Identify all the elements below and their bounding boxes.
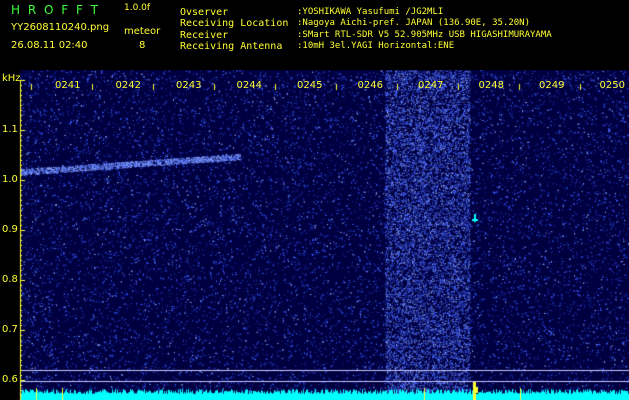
y-tick-label: 0.9 bbox=[2, 224, 18, 235]
info-label-receiver: Receiver bbox=[180, 30, 229, 41]
version-label: 1.0.0f bbox=[124, 3, 151, 13]
header-panel: H R O F F T 1.0.0f YY2608110240.png mete… bbox=[0, 0, 629, 70]
mode-label: meteor bbox=[124, 26, 161, 37]
y-tick-label: 0.7 bbox=[2, 324, 18, 335]
info-label-location: Receiving Location bbox=[180, 18, 289, 29]
filename-label: YY2608110240.png bbox=[11, 22, 110, 33]
datetime-label: 26.08.11 02:40 bbox=[11, 40, 88, 51]
x-tick-label: 0249 bbox=[539, 80, 565, 91]
info-value-observer: :YOSHIKAWA Yasufumi /JG2MLI bbox=[297, 7, 444, 17]
x-tick-label: 0241 bbox=[55, 80, 81, 91]
x-tick-label: 0244 bbox=[236, 80, 262, 91]
y-tick-label: 1.0 bbox=[2, 174, 18, 185]
info-value-antenna: :10mH 3el.YAGI Horizontal:ENE bbox=[297, 41, 455, 51]
x-tick-label: 0248 bbox=[478, 80, 504, 91]
info-label-antenna: Receiving Antenna bbox=[180, 41, 283, 52]
x-tick-label: 0246 bbox=[357, 80, 383, 91]
y-tick-label: 0.8 bbox=[2, 274, 18, 285]
x-tick-label: 0247 bbox=[418, 80, 444, 91]
x-tick-label: 0250 bbox=[599, 80, 625, 91]
info-value-receiver: :SMart RTL-SDR V5 52.905MHz USB HIGASHIM… bbox=[297, 30, 552, 40]
app-title: H R O F F T bbox=[11, 3, 101, 17]
x-tick-label: 0245 bbox=[297, 80, 323, 91]
info-value-location: :Nagoya Aichi-pref. JAPAN (136.90E, 35.2… bbox=[297, 18, 530, 28]
meteor-count: 8 bbox=[139, 40, 146, 51]
info-label-observer: Ovserver bbox=[180, 7, 229, 18]
x-tick-label: 0242 bbox=[115, 80, 141, 91]
x-tick-label: 0243 bbox=[176, 80, 202, 91]
y-tick-label: 0.6 bbox=[2, 374, 18, 385]
y-tick-label: 1.1 bbox=[2, 124, 18, 135]
y-axis-unit: kHz bbox=[2, 73, 21, 84]
